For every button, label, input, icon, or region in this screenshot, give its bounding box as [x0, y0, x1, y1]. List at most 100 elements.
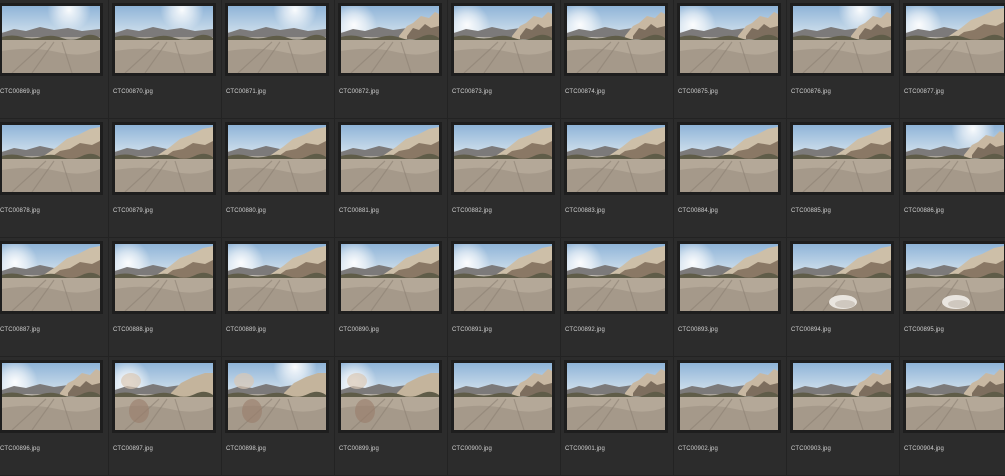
thumbnail-image[interactable]: [228, 125, 326, 192]
thumbnail-image[interactable]: [680, 363, 778, 430]
thumbnail-cell[interactable]: CTC00897.jpg: [109, 357, 222, 476]
thumbnail-image[interactable]: [454, 363, 552, 430]
thumbnail-frame: [677, 122, 781, 195]
landscape-graphic: [680, 127, 778, 192]
thumbnail-image[interactable]: [2, 244, 100, 311]
thumbnail-cell[interactable]: CTC00902.jpg: [674, 357, 787, 476]
thumbnail-image[interactable]: [906, 6, 1004, 73]
thumbnail-cell[interactable]: CTC00885.jpg: [787, 119, 900, 238]
thumbnail-filename: CTC00886.jpg: [904, 208, 944, 214]
thumbnail-image[interactable]: [567, 125, 665, 192]
thumbnail-cell[interactable]: CTC00879.jpg: [109, 119, 222, 238]
thumbnail-cell[interactable]: CTC00900.jpg: [448, 357, 561, 476]
thumbnail-image[interactable]: [2, 6, 100, 73]
thumbnail-filename: CTC00874.jpg: [565, 89, 605, 95]
thumbnail-image[interactable]: [115, 125, 213, 192]
thumbnail-cell[interactable]: CTC00872.jpg: [335, 0, 448, 119]
thumbnail-image[interactable]: [2, 363, 100, 430]
thumbnail-image[interactable]: [115, 6, 213, 73]
thumbnail-cell[interactable]: CTC00891.jpg: [448, 238, 561, 357]
thumbnail-cell[interactable]: CTC00883.jpg: [561, 119, 674, 238]
thumbnail-cell[interactable]: CTC00874.jpg: [561, 0, 674, 119]
landscape-graphic: [906, 246, 1004, 311]
thumbnail-cell[interactable]: CTC00886.jpg: [900, 119, 1005, 238]
thumbnail-image[interactable]: [680, 125, 778, 192]
thumbnail-image[interactable]: [793, 244, 891, 311]
thumbnail-cell[interactable]: CTC00877.jpg: [900, 0, 1005, 119]
thumbnail-cell[interactable]: CTC00881.jpg: [335, 119, 448, 238]
thumbnail-cell[interactable]: CTC00892.jpg: [561, 238, 674, 357]
thumbnail-frame: [451, 3, 555, 76]
thumbnail-image[interactable]: [341, 244, 439, 311]
landscape-graphic: [793, 369, 891, 430]
thumbnail-cell[interactable]: CTC00893.jpg: [674, 238, 787, 357]
thumbnail-cell[interactable]: CTC00875.jpg: [674, 0, 787, 119]
thumbnail-frame: [790, 3, 894, 76]
thumbnail-cell[interactable]: CTC00888.jpg: [109, 238, 222, 357]
thumbnail-image[interactable]: [680, 6, 778, 73]
thumbnail-cell[interactable]: CTC00873.jpg: [448, 0, 561, 119]
thumbnail-cell[interactable]: CTC00887.jpg: [0, 238, 109, 357]
thumbnail-cell[interactable]: CTC00899.jpg: [335, 357, 448, 476]
thumbnail-frame: [225, 122, 329, 195]
thumbnail-image[interactable]: [906, 363, 1004, 430]
thumbnail-cell[interactable]: CTC00903.jpg: [787, 357, 900, 476]
thumbnail-cell[interactable]: CTC00890.jpg: [335, 238, 448, 357]
thumbnail-image[interactable]: [115, 363, 213, 430]
thumbnail-image[interactable]: [341, 125, 439, 192]
thumbnail-cell[interactable]: CTC00880.jpg: [222, 119, 335, 238]
landscape-graphic: [115, 27, 213, 73]
thumbnail-image[interactable]: [228, 6, 326, 73]
landscape-graphic: [228, 373, 326, 430]
landscape-graphic: [2, 127, 100, 192]
thumbnail-image[interactable]: [115, 244, 213, 311]
landscape-graphic: [228, 27, 326, 73]
thumbnail-cell[interactable]: CTC00904.jpg: [900, 357, 1005, 476]
thumbnail-image[interactable]: [454, 244, 552, 311]
thumbnail-frame: [903, 122, 1005, 195]
thumbnail-cell[interactable]: CTC00870.jpg: [109, 0, 222, 119]
landscape-graphic: [341, 12, 439, 73]
thumbnail-cell[interactable]: CTC00896.jpg: [0, 357, 109, 476]
thumbnail-filename: CTC00881.jpg: [339, 208, 379, 214]
thumbnail-image[interactable]: [228, 244, 326, 311]
thumbnail-image[interactable]: [341, 6, 439, 73]
thumbnail-cell[interactable]: CTC00894.jpg: [787, 238, 900, 357]
thumbnail-image[interactable]: [680, 244, 778, 311]
thumbnail-image[interactable]: [567, 363, 665, 430]
thumbnail-image[interactable]: [2, 125, 100, 192]
thumbnail-cell[interactable]: CTC00898.jpg: [222, 357, 335, 476]
thumbnail-filename: CTC00882.jpg: [452, 208, 492, 214]
thumbnail-cell[interactable]: CTC00889.jpg: [222, 238, 335, 357]
thumbnail-image[interactable]: [454, 6, 552, 73]
thumbnail-image[interactable]: [793, 125, 891, 192]
thumbnail-cell[interactable]: CTC00871.jpg: [222, 0, 335, 119]
thumbnail-image[interactable]: [567, 6, 665, 73]
thumbnail-filename: CTC00893.jpg: [678, 327, 718, 333]
thumbnail-cell[interactable]: CTC00895.jpg: [900, 238, 1005, 357]
thumbnail-image[interactable]: [341, 363, 439, 430]
thumbnail-image[interactable]: [454, 125, 552, 192]
thumbnail-cell[interactable]: CTC00876.jpg: [787, 0, 900, 119]
landscape-graphic: [680, 246, 778, 311]
thumbnail-image[interactable]: [906, 244, 1004, 311]
thumbnail-cell[interactable]: CTC00901.jpg: [561, 357, 674, 476]
landscape-graphic: [680, 369, 778, 430]
thumbnail-image[interactable]: [567, 244, 665, 311]
thumbnail-image[interactable]: [793, 363, 891, 430]
thumbnail-filename: CTC00875.jpg: [678, 89, 718, 95]
thumbnail-frame: [451, 360, 555, 433]
thumbnail-image[interactable]: [228, 363, 326, 430]
thumbnail-frame: [903, 3, 1005, 76]
thumbnail-filename: CTC00873.jpg: [452, 89, 492, 95]
thumbnail-cell[interactable]: CTC00869.jpg: [0, 0, 109, 119]
thumbnail-cell[interactable]: CTC00882.jpg: [448, 119, 561, 238]
thumbnail-frame: [225, 360, 329, 433]
thumbnail-image[interactable]: [793, 6, 891, 73]
thumbnail-image[interactable]: [906, 125, 1004, 192]
landscape-graphic: [341, 373, 439, 430]
thumbnail-frame: [564, 3, 668, 76]
thumbnail-cell[interactable]: CTC00884.jpg: [674, 119, 787, 238]
landscape-graphic: [341, 246, 439, 311]
thumbnail-cell[interactable]: CTC00878.jpg: [0, 119, 109, 238]
